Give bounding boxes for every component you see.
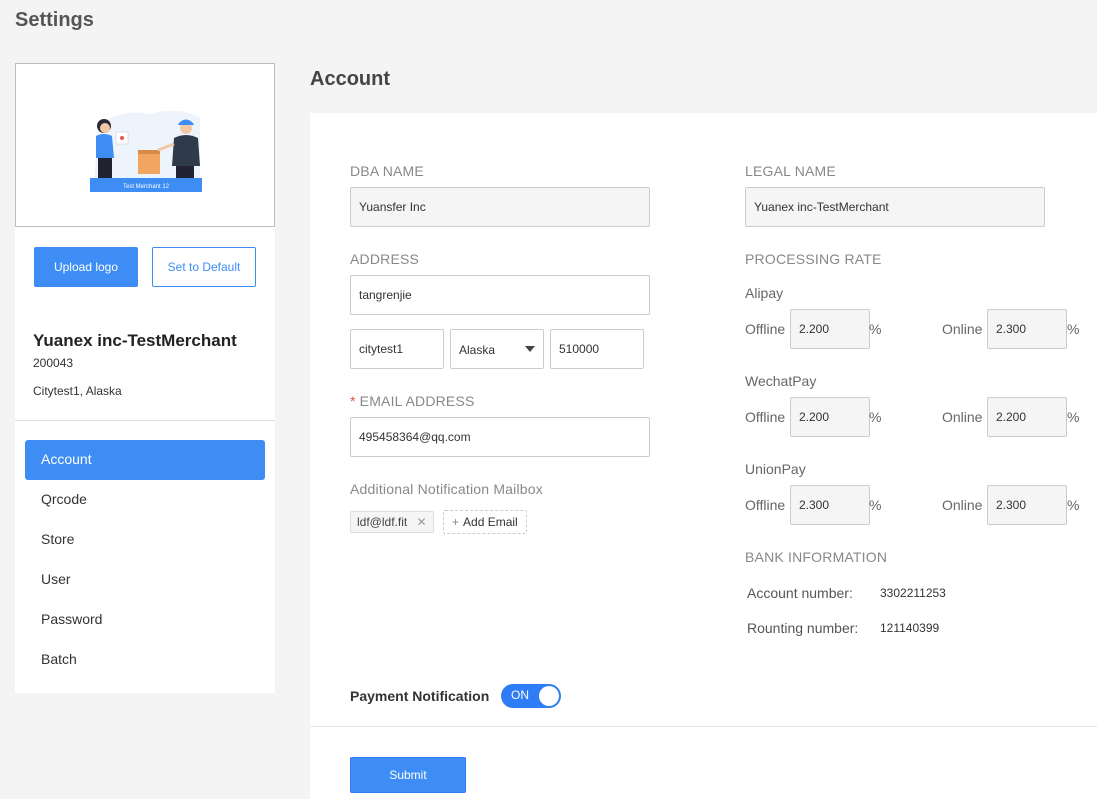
wechatpay-online-rate[interactable]: 2.200	[987, 397, 1067, 437]
nav-item-store[interactable]: Store	[25, 520, 265, 560]
rate-group-wechatpay: WechatPay	[745, 373, 817, 389]
add-email-label: Add Email	[463, 515, 518, 529]
percent-sign: %	[869, 321, 882, 337]
merchant-name: Yuanex inc-TestMerchant	[33, 331, 237, 350]
form-divider	[310, 726, 1097, 727]
account-form: DBA NAME Yuansfer Inc ADDRESS tangrenjie…	[310, 113, 1097, 799]
processing-rate-label: PROCESSING RATE	[745, 251, 882, 267]
unionpay-online-rate[interactable]: 2.300	[987, 485, 1067, 525]
merchant-id: 200043	[33, 356, 74, 370]
legal-name-label: LEGAL NAME	[745, 163, 836, 179]
nav-item-user[interactable]: User	[25, 560, 265, 600]
address-label: ADDRESS	[350, 251, 420, 267]
profile-divider	[15, 420, 275, 421]
city-input[interactable]: citytest1	[350, 329, 444, 369]
set-default-button[interactable]: Set to Default	[152, 247, 256, 287]
rate-group-unionpay: UnionPay	[745, 461, 806, 477]
merchant-logo-illustration: Test Merchant 12	[90, 110, 202, 192]
offline-label: Offline	[745, 409, 786, 425]
address-input[interactable]: tangrenjie	[350, 275, 650, 315]
routing-number-label: Rounting number:	[747, 620, 859, 636]
email-input[interactable]: 495458364@qq.com	[350, 417, 650, 457]
settings-nav: Account Qrcode Store User Password Batch	[25, 440, 265, 680]
logo-caption: Test Merchant 12	[123, 184, 170, 190]
logo-preview: Test Merchant 12	[15, 63, 275, 227]
additional-mailbox-label: Additional Notification Mailbox	[350, 481, 543, 497]
percent-sign: %	[869, 497, 882, 513]
nav-item-password[interactable]: Password	[25, 600, 265, 640]
account-number-value: 3302211253	[880, 586, 946, 600]
legal-name-input[interactable]: Yuanex inc-TestMerchant	[745, 187, 1045, 227]
alipay-offline-rate[interactable]: 2.200	[790, 309, 870, 349]
close-icon[interactable]: ✕	[417, 515, 427, 529]
wechatpay-offline-rate[interactable]: 2.200	[790, 397, 870, 437]
payment-notification-toggle[interactable]: ON	[501, 684, 561, 708]
dba-name-label: DBA NAME	[350, 163, 424, 179]
nav-item-batch[interactable]: Batch	[25, 640, 265, 680]
caret-down-icon	[525, 346, 535, 352]
page-title: Settings	[15, 9, 94, 31]
required-asterisk-icon: *	[350, 393, 356, 409]
online-label: Online	[942, 497, 983, 513]
plus-icon: +	[452, 515, 460, 529]
online-label: Online	[942, 321, 983, 337]
nav-item-account[interactable]: Account	[25, 440, 265, 480]
zip-input[interactable]: 510000	[550, 329, 644, 369]
percent-sign: %	[1067, 409, 1080, 425]
state-select-value: Alaska	[459, 343, 496, 357]
offline-label: Offline	[745, 321, 786, 337]
section-title: Account	[310, 68, 390, 90]
bank-info-label: BANK INFORMATION	[745, 549, 888, 565]
toggle-state-text: ON	[511, 688, 529, 702]
toggle-knob	[539, 686, 559, 706]
account-number-label: Account number:	[747, 585, 853, 601]
alipay-online-rate[interactable]: 2.300	[987, 309, 1067, 349]
email-tag: ldf@ldf.fit ✕	[350, 511, 434, 533]
upload-logo-button[interactable]: Upload logo	[34, 247, 138, 287]
routing-number-value: 121140399	[880, 621, 940, 635]
online-label: Online	[942, 409, 983, 425]
percent-sign: %	[1067, 497, 1080, 513]
unionpay-offline-rate[interactable]: 2.300	[790, 485, 870, 525]
rate-group-alipay: Alipay	[745, 285, 784, 301]
percent-sign: %	[1067, 321, 1080, 337]
email-label: * EMAIL ADDRESS	[350, 393, 475, 409]
dba-name-input[interactable]: Yuansfer Inc	[350, 187, 650, 227]
profile-panel: Test Merchant 12 Upload logo Set to Defa…	[15, 63, 275, 693]
email-label-text: EMAIL ADDRESS	[359, 393, 475, 409]
state-select[interactable]: Alaska	[450, 329, 544, 369]
email-tag-text: ldf@ldf.fit	[357, 515, 408, 529]
offline-label: Offline	[745, 497, 786, 513]
submit-button[interactable]: Submit	[350, 757, 466, 793]
payment-notification-label: Payment Notification	[350, 688, 490, 704]
merchant-location: Citytest1, Alaska	[33, 384, 122, 398]
add-email-button[interactable]: + Add Email	[443, 510, 527, 534]
percent-sign: %	[869, 409, 882, 425]
nav-item-qrcode[interactable]: Qrcode	[25, 480, 265, 520]
